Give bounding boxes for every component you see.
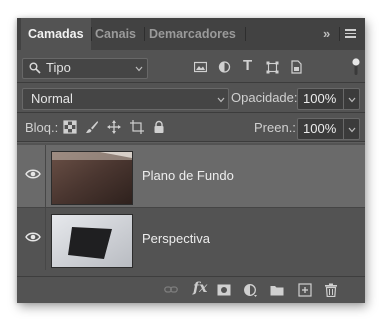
tab-divider [339,27,340,41]
fx-icon[interactable]: fx [193,280,207,296]
adjustment-icon[interactable] [243,283,257,297]
panel-tab-bar: Camadas Canais Demarcadores » [17,18,365,50]
filter-toggle-switch[interactable] [352,57,360,77]
layer-thumbnail-image [52,152,132,204]
tab-canais[interactable]: Canais [95,18,136,50]
tab-demarcadores[interactable]: Demarcadores [149,18,236,50]
adjustment-layer-filter-icon[interactable] [218,60,231,74]
chevron-down-icon [348,127,356,133]
tab-divider [144,27,145,41]
divider [17,142,365,143]
fill-input[interactable]: 100% [297,118,360,140]
fill-dropdown-button[interactable] [343,119,359,139]
link-icon[interactable] [164,283,178,297]
collapse-panel-button[interactable]: » [323,26,330,41]
fill-label: Preen.: [254,120,296,135]
layer-name[interactable]: Perspectiva [142,231,210,246]
layer-row-perspectiva[interactable]: Perspectiva [17,208,365,270]
layers-footer-toolbar: fx [17,276,365,303]
opacity-dropdown-button[interactable] [343,89,359,109]
pixel-layer-filter-icon[interactable] [194,60,207,74]
shape-layer-filter-icon[interactable] [266,60,279,74]
lock-all-icon[interactable] [152,120,166,134]
blend-mode-value: Normal [31,91,73,106]
chevron-down-icon [348,97,356,103]
folder-icon[interactable] [270,283,284,297]
layer-thumbnail-image [52,215,132,267]
divider [45,145,46,207]
opacity-value: 100% [303,91,337,106]
blend-mode-select[interactable]: Normal [22,88,229,110]
tab-camadas[interactable]: Camadas [21,18,91,50]
filter-type-select[interactable]: Tipo [22,58,148,79]
search-icon [29,62,41,74]
hamburger-menu-icon[interactable] [345,29,356,38]
trash-icon[interactable] [324,283,338,297]
divider [17,112,365,113]
chevron-down-icon [135,66,143,72]
divider [17,82,365,83]
smart-object-filter-icon[interactable] [290,60,303,74]
tab-divider [91,27,92,41]
layer-thumbnail[interactable] [51,214,133,268]
new-layer-icon[interactable] [298,283,312,297]
lock-transparent-pixels-icon[interactable] [63,120,77,134]
layer-name[interactable]: Plano de Fundo [142,168,234,183]
lock-position-icon[interactable] [107,120,121,134]
fill-value: 100% [303,121,337,136]
layer-thumbnail[interactable] [51,151,133,205]
opacity-input[interactable]: 100% [297,88,360,110]
lock-label: Bloq.: [25,120,59,135]
layers-panel: Camadas Canais Demarcadores » Tipo T Nor… [17,18,365,303]
filter-type-label: Tipo [46,60,71,75]
divider [45,208,46,270]
chevron-down-icon [217,97,225,103]
visibility-eye-icon[interactable] [25,231,41,243]
layer-row-plano-de-fundo[interactable]: Plano de Fundo [17,145,365,207]
visibility-eye-icon[interactable] [25,168,41,180]
lock-image-pixels-icon[interactable] [85,120,99,134]
type-layer-filter-icon[interactable]: T [243,57,252,74]
lock-artboard-icon[interactable] [130,120,144,134]
tab-divider [245,27,246,41]
mask-icon[interactable] [217,283,231,297]
opacity-label: Opacidade: [231,90,298,105]
